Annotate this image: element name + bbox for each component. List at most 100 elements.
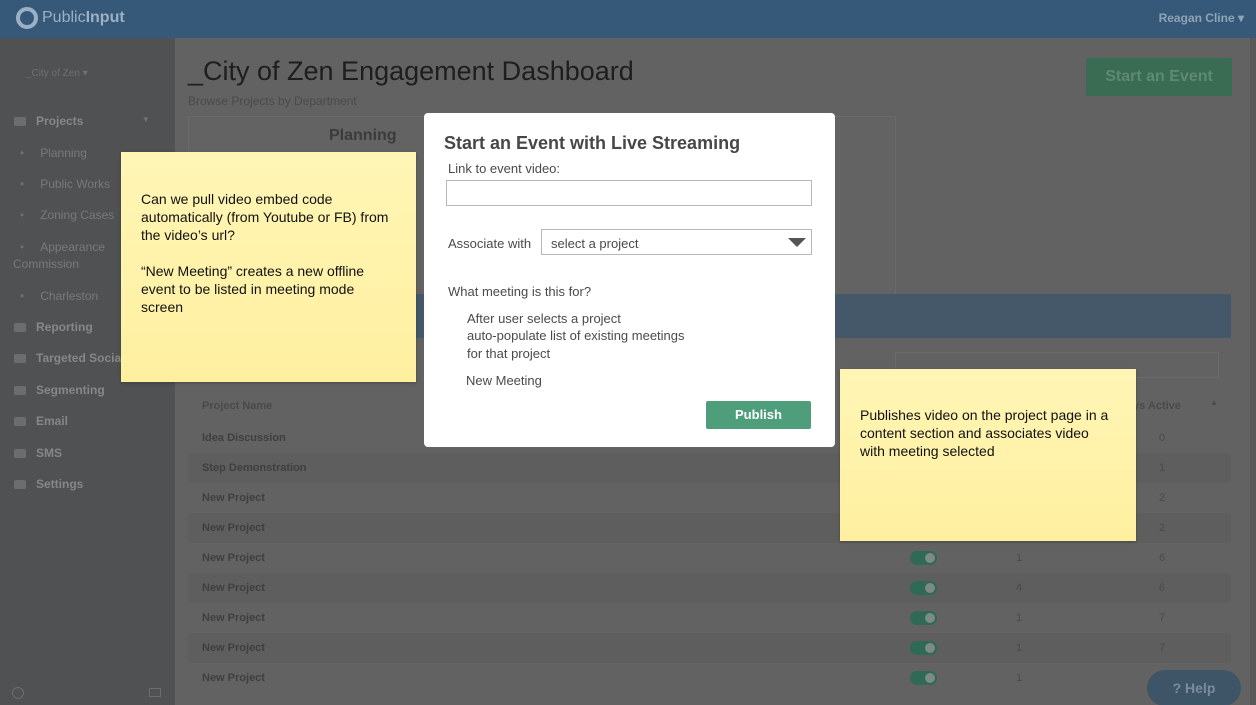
sticky-note-left: Can we pull video embed code automatical… xyxy=(121,152,416,382)
days-active: 6 xyxy=(1159,582,1166,594)
project-name[interactable]: Idea Discussion xyxy=(202,432,286,444)
help-button[interactable]: ? Help xyxy=(1147,670,1241,705)
logo-text-left: Public xyxy=(42,9,86,26)
sticky-note-text: Publishes video on the project page in a… xyxy=(860,407,1109,459)
new-meeting-option[interactable]: New Meeting xyxy=(466,373,542,388)
meeting-count: 1 xyxy=(1016,642,1023,654)
chat-icon xyxy=(14,117,26,127)
logo-text-right: Input xyxy=(85,9,125,26)
sidebar-item-segmenting[interactable]: Segmenting xyxy=(14,383,105,397)
sidebar-item-label: Reporting xyxy=(36,320,93,334)
days-active: 7 xyxy=(1159,642,1166,654)
column-header-project-name[interactable]: Project Name xyxy=(202,400,272,412)
meeting-count: 1 xyxy=(1016,612,1023,624)
publicinput-logo[interactable]: Public Input xyxy=(16,7,125,29)
sidebar-item-commission[interactable]: Commission xyxy=(13,257,79,271)
column-header-days-active[interactable]: ys Active xyxy=(1133,400,1181,412)
project-name[interactable]: New Project xyxy=(202,492,265,504)
meeting-question: What meeting is this for? xyxy=(448,284,592,299)
project-name[interactable]: New Project xyxy=(202,582,265,594)
project-name[interactable]: New Project xyxy=(202,612,265,624)
project-select-value: select a project xyxy=(551,236,639,251)
meeting-note-line: auto-populate list of existing meetings xyxy=(467,328,685,343)
publish-button[interactable]: Publish xyxy=(706,401,811,429)
sidebar-item-projects[interactable]: Projects ▾ xyxy=(14,114,164,128)
days-active: 2 xyxy=(1159,522,1166,534)
page-title: _City of Zen Engagement Dashboard xyxy=(188,56,634,86)
table-row[interactable]: New Project 1 xyxy=(188,663,1231,693)
caret-down-icon xyxy=(788,238,806,247)
sidebar-item-label: Segmenting xyxy=(36,383,105,397)
gear-icon xyxy=(14,480,26,490)
meeting-count: 4 xyxy=(1016,582,1023,594)
active-toggle[interactable] xyxy=(910,551,937,565)
sidebar-item-label: Projects xyxy=(36,114,84,128)
help-circle-icon: ? xyxy=(1172,680,1182,696)
sms-icon xyxy=(14,449,26,459)
megaphone-icon xyxy=(14,354,26,364)
sort-caret-icon[interactable]: ▲ xyxy=(1210,398,1218,407)
sidebar-item-public-works[interactable]: Public Works xyxy=(20,177,110,191)
modal-title: Start an Event with Live Streaming xyxy=(444,133,741,153)
active-toggle[interactable] xyxy=(910,581,937,595)
collapse-sidebar-icon[interactable] xyxy=(149,688,161,697)
project-select[interactable]: select a project xyxy=(541,229,812,255)
sidebar-item-label: Charleston xyxy=(40,289,99,303)
sidebar-item-planning[interactable]: Planning xyxy=(20,146,87,160)
tab-planning[interactable]: Planning xyxy=(329,127,397,145)
project-name[interactable]: New Project xyxy=(202,642,265,654)
sidebar-item-label: Targeted Social xyxy=(36,351,125,365)
logo-icon xyxy=(16,7,38,29)
chevron-down-icon: ▾ xyxy=(143,114,148,124)
sticky-note-text: “New Meeting” creates a new offline even… xyxy=(141,263,365,315)
start-event-button[interactable]: Start an Event xyxy=(1086,58,1232,96)
sidebar-item-appearance[interactable]: Appearance xyxy=(20,240,105,254)
project-name[interactable]: New Project xyxy=(202,522,265,534)
table-row[interactable]: New Project 1 6 xyxy=(188,543,1231,573)
meeting-note-line: After user selects a project xyxy=(467,311,621,326)
active-toggle[interactable] xyxy=(910,611,937,625)
video-link-input[interactable] xyxy=(446,180,812,206)
active-toggle[interactable] xyxy=(910,641,937,655)
table-row[interactable]: New Project 1 7 xyxy=(188,603,1231,633)
project-name[interactable]: Step Demonstration xyxy=(202,462,307,474)
video-link-label: Link to event video: xyxy=(448,161,561,176)
project-name[interactable]: New Project xyxy=(202,672,265,684)
users-icon xyxy=(14,386,26,396)
days-active: 2 xyxy=(1159,492,1166,504)
days-active: 0 xyxy=(1159,432,1166,444)
page-scrollbar[interactable] xyxy=(1250,38,1256,705)
sidebar-item-label: Appearance xyxy=(40,240,105,254)
sidebar-item-label: Zoning Cases xyxy=(40,208,115,222)
page-subtitle: Browse Projects by Department xyxy=(188,94,357,108)
top-bar: Public Input Reagan Cline ▾ xyxy=(0,0,1256,38)
meeting-count: 1 xyxy=(1016,672,1023,684)
sidebar-item-label: SMS xyxy=(36,446,63,460)
sidebar-item-label: Settings xyxy=(36,477,84,491)
table-row[interactable]: New Project 4 6 xyxy=(188,573,1231,603)
sidebar-item-sms[interactable]: SMS xyxy=(14,446,62,460)
meeting-count: 1 xyxy=(1016,552,1023,564)
chevron-down-icon: ▾ xyxy=(82,68,88,79)
sticky-note-right: Publishes video on the project page in a… xyxy=(840,369,1136,541)
sidebar-item-label: Planning xyxy=(40,146,87,160)
sidebar-item-charleston[interactable]: Charleston xyxy=(20,289,98,303)
days-active: 1 xyxy=(1159,462,1166,474)
days-active: 7 xyxy=(1159,612,1166,624)
org-selector[interactable]: _City of Zen ▾ xyxy=(26,68,88,79)
sidebar-item-email[interactable]: Email xyxy=(14,414,68,428)
active-toggle[interactable] xyxy=(910,671,937,685)
sidebar-item-settings[interactable]: Settings xyxy=(14,477,83,491)
sidebar-item-reporting[interactable]: Reporting xyxy=(14,320,93,334)
info-icon[interactable] xyxy=(12,687,24,699)
sidebar-item-label: Public Works xyxy=(40,177,110,191)
user-name: Reagan Cline xyxy=(1158,11,1235,25)
sidebar-item-zoning-cases[interactable]: Zoning Cases xyxy=(20,208,114,222)
table-row[interactable]: New Project 1 7 xyxy=(188,633,1231,663)
user-menu[interactable]: Reagan Cline ▾ xyxy=(1159,11,1244,25)
org-name: _City of Zen xyxy=(26,68,80,79)
help-label: Help xyxy=(1185,680,1216,696)
project-name[interactable]: New Project xyxy=(202,552,265,564)
meeting-note-line: for that project xyxy=(467,346,551,361)
sidebar-item-label: Email xyxy=(36,414,69,428)
